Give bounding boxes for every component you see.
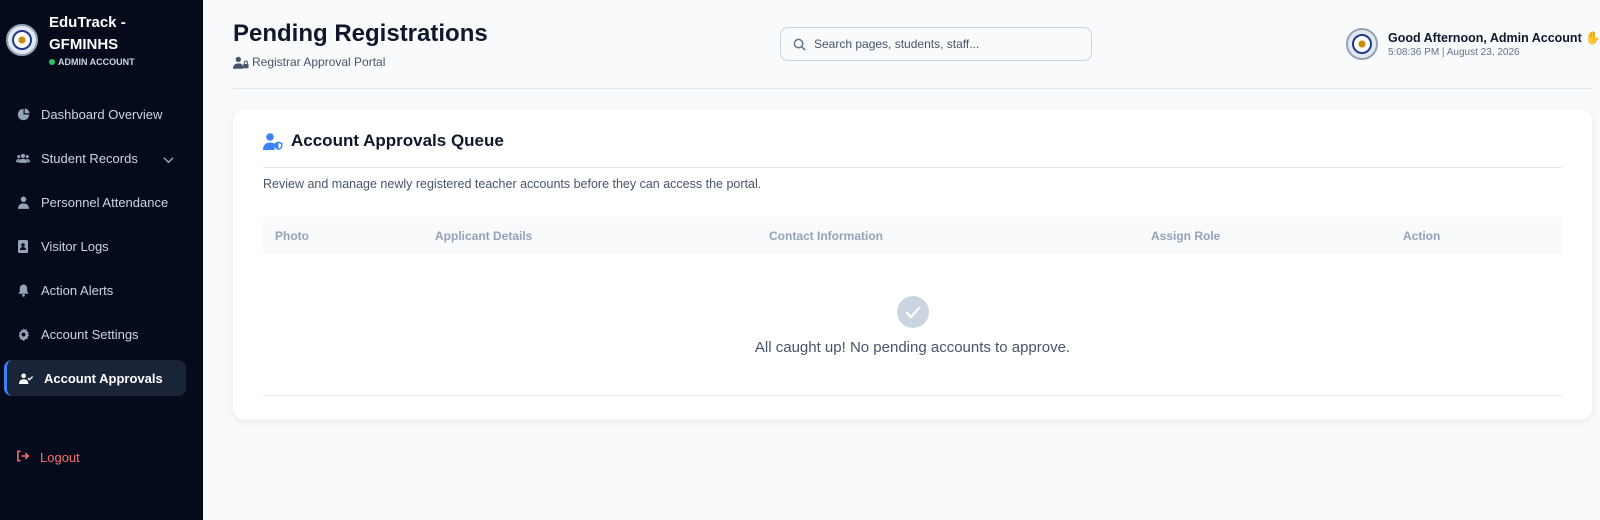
sidebar-item-label: Account Settings	[41, 326, 139, 342]
subtitle-text: Registrar Approval Portal	[252, 55, 386, 69]
waving-hand-icon: ✋	[1585, 30, 1600, 45]
card-divider	[263, 167, 1562, 168]
bell-icon	[16, 283, 30, 297]
sidebar-item-account-settings[interactable]: Account Settings	[4, 316, 186, 352]
page-title: Pending Registrations	[233, 20, 488, 47]
gear-icon	[16, 327, 30, 341]
users-icon	[16, 151, 30, 165]
table-bottom-divider	[263, 395, 1562, 396]
chevron-down-icon[interactable]	[163, 152, 174, 167]
greeting-text: Good Afternoon, Admin Account	[1388, 30, 1582, 45]
online-status-dot	[49, 59, 55, 65]
page-subtitle: Registrar Approval Portal	[233, 55, 385, 69]
card-description: Review and manage newly registered teach…	[263, 177, 762, 191]
column-header-photo: Photo	[275, 229, 309, 243]
greeting: Good Afternoon, Admin Account ✋	[1388, 31, 1600, 46]
sidebar: EduTrack - GFMINHS ADMIN ACCOUNT Dashboa…	[0, 0, 203, 520]
sidebar-item-label: Action Alerts	[41, 282, 114, 298]
pie-chart-icon	[16, 107, 30, 121]
sidebar-item-label: Visitor Logs	[41, 238, 109, 254]
column-header-action: Action	[1403, 229, 1441, 243]
sidebar-item-label: Personnel Attendance	[41, 194, 169, 210]
sidebar-item-label: Account Approvals	[44, 370, 163, 386]
sidebar-item-account-approvals[interactable]: Account Approvals	[4, 360, 186, 396]
column-header-contact-information: Contact Information	[769, 229, 883, 243]
sidebar-item-student-records[interactable]: Student Records	[4, 140, 186, 176]
brand-title: EduTrack - GFMINHS	[49, 14, 126, 53]
search-input[interactable]	[814, 37, 1074, 51]
search-box[interactable]	[780, 27, 1092, 61]
sidebar-item-label: Dashboard Overview	[41, 106, 163, 122]
header-divider	[233, 88, 1592, 89]
logout-label: Logout	[40, 450, 80, 465]
check-circle-icon	[897, 296, 929, 328]
role-label: ADMIN ACCOUNT	[58, 57, 135, 67]
school-logo	[6, 24, 38, 56]
user-check-icon	[19, 371, 33, 385]
search-icon	[793, 38, 806, 51]
card-header: Account Approvals Queue	[263, 131, 504, 151]
card-title: Account Approvals Queue	[291, 131, 504, 150]
timestamp: 5:08:36 PM | August 23, 2026	[1388, 46, 1520, 58]
user-profile[interactable]: Good Afternoon, Admin Account ✋ 5:08:36 …	[1346, 28, 1600, 60]
sidebar-nav: Dashboard Overview Student Records Perso…	[4, 96, 186, 404]
address-book-icon	[16, 239, 30, 253]
avatar[interactable]	[1346, 28, 1378, 60]
column-header-applicant-details: Applicant Details	[435, 229, 533, 243]
column-header-assign-role: Assign Role	[1151, 229, 1221, 243]
user-icon	[16, 195, 30, 209]
sidebar-item-personnel-attendance[interactable]: Personnel Attendance	[4, 184, 186, 220]
user-lock-icon	[233, 56, 249, 69]
table-header: Photo Applicant Details Contact Informat…	[263, 217, 1562, 254]
user-shield-icon	[263, 132, 283, 150]
empty-state-message: All caught up! No pending accounts to ap…	[754, 339, 1071, 356]
sidebar-item-dashboard-overview[interactable]: Dashboard Overview	[4, 96, 186, 132]
brand: EduTrack - GFMINHS ADMIN ACCOUNT	[0, 0, 203, 88]
sidebar-item-visitor-logs[interactable]: Visitor Logs	[4, 228, 186, 264]
sidebar-item-action-alerts[interactable]: Action Alerts	[4, 272, 186, 308]
logout-button[interactable]: Logout	[16, 450, 80, 465]
role-badge: ADMIN ACCOUNT	[49, 57, 149, 67]
approvals-card: Account Approvals Queue Review and manag…	[233, 109, 1592, 420]
sign-out-icon	[16, 450, 30, 465]
sidebar-item-label: Student Records	[41, 150, 138, 166]
